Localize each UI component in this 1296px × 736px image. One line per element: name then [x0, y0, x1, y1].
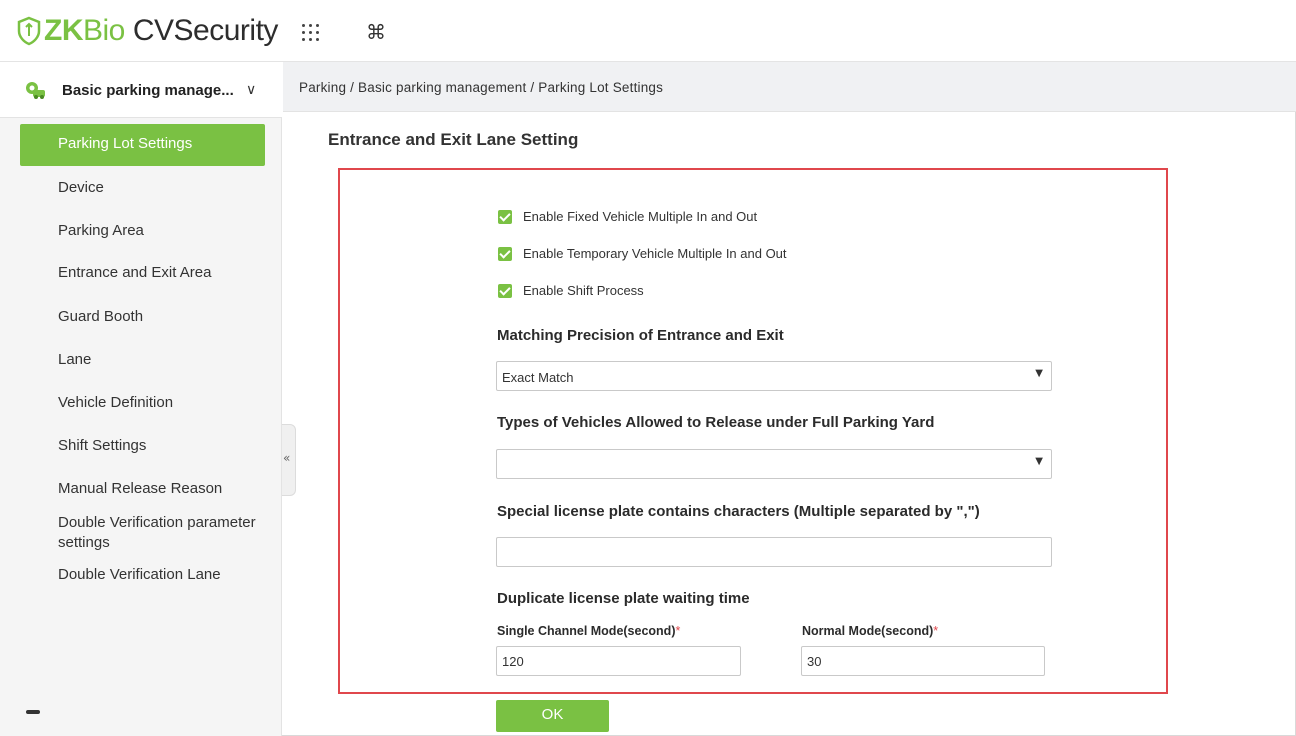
minus-icon[interactable]	[26, 710, 40, 714]
sidebar-item-guard-booth[interactable]: Guard Booth	[58, 307, 268, 327]
checkbox-fixed-vehicle-multiple[interactable]: Enable Fixed Vehicle Multiple In and Out	[498, 209, 757, 224]
double-chevron-left-icon: «	[283, 451, 291, 465]
checkbox-temporary-vehicle-multiple[interactable]: Enable Temporary Vehicle Multiple In and…	[498, 246, 787, 261]
sidebar-item-label: Parking Lot Settings	[58, 135, 193, 152]
sidebar-item-double-verification-lane[interactable]: Double Verification Lane	[58, 565, 268, 585]
ok-button[interactable]: OK	[496, 700, 609, 732]
sidebar-collapse-handle[interactable]: «	[282, 424, 296, 496]
shield-logo-icon	[17, 16, 41, 46]
required-asterisk: *	[675, 624, 681, 638]
sidebar-item-shift-settings[interactable]: Shift Settings	[58, 436, 268, 456]
checkbox-label: Enable Shift Process	[523, 283, 644, 298]
sidebar-item-double-verification-parameters[interactable]: Double Verification parameter settings	[58, 513, 278, 553]
special-plate-input[interactable]	[496, 537, 1052, 567]
matching-precision-select[interactable]: Exact Match ▼	[496, 361, 1052, 391]
sidebar: Basic parking manage... ∨ Parking Lot Se…	[0, 62, 282, 736]
page-title: Entrance and Exit Lane Setting	[328, 130, 579, 149]
command-icon[interactable]: ⌘	[366, 20, 386, 44]
duplicate-waiting-label: Duplicate license plate waiting time	[497, 590, 750, 607]
single-channel-label: Single Channel Mode(second)*	[497, 624, 681, 638]
checkbox-checked-icon[interactable]	[498, 283, 512, 298]
module-title: Basic parking manage...	[62, 82, 234, 99]
sidebar-item-parking-lot-settings[interactable]: Parking Lot Settings	[20, 124, 265, 166]
logo-product-text: CVSecurity	[132, 14, 279, 47]
normal-mode-label: Normal Mode(second)*	[802, 624, 939, 638]
vehicle-types-select[interactable]: ▼	[496, 449, 1052, 479]
checkbox-label: Enable Fixed Vehicle Multiple In and Out	[523, 209, 758, 224]
checkbox-checked-icon[interactable]	[498, 209, 512, 224]
checkbox-label: Enable Temporary Vehicle Multiple In and…	[523, 246, 787, 261]
logo-bio-text: Bio	[83, 14, 125, 47]
sidebar-item-entrance-exit-area[interactable]: Entrance and Exit Area	[58, 263, 268, 283]
matching-precision-label: Matching Precision of Entrance and Exit	[497, 327, 784, 344]
apps-grid-icon[interactable]	[302, 24, 320, 42]
vehicle-types-label: Types of Vehicles Allowed to Release und…	[497, 414, 935, 431]
dropdown-arrow-icon: ▼	[1035, 368, 1043, 379]
sidebar-item-vehicle-definition[interactable]: Vehicle Definition	[58, 393, 268, 413]
normal-mode-input[interactable]	[801, 646, 1045, 676]
top-header: ZKBio CVSecurity ⌘	[0, 0, 1296, 62]
single-channel-input[interactable]	[496, 646, 741, 676]
sidebar-item-manual-release-reason[interactable]: Manual Release Reason	[58, 479, 268, 499]
breadcrumb: Parking / Basic parking management / Par…	[299, 80, 664, 95]
module-selector[interactable]: Basic parking manage... ∨	[0, 62, 282, 118]
special-plate-label: Special license plate contains character…	[497, 503, 980, 520]
breadcrumb-bar: Parking / Basic parking management / Par…	[283, 62, 1296, 112]
checkbox-checked-icon[interactable]	[498, 246, 512, 261]
select-value: Exact Match	[502, 370, 574, 385]
sidebar-item-parking-area[interactable]: Parking Area	[58, 221, 268, 241]
sidebar-item-lane[interactable]: Lane	[58, 350, 268, 370]
logo-zk-text: ZK	[44, 14, 84, 47]
ok-button-label: OK	[541, 706, 564, 723]
chevron-down-icon: ∨	[246, 82, 257, 98]
dropdown-arrow-icon: ▼	[1035, 456, 1043, 467]
car-gear-icon	[26, 82, 45, 99]
sidebar-item-device[interactable]: Device	[58, 178, 268, 198]
app-logo[interactable]: ZKBio CVSecurity	[16, 14, 278, 48]
required-asterisk: *	[933, 624, 939, 638]
checkbox-shift-process[interactable]: Enable Shift Process	[498, 283, 644, 298]
